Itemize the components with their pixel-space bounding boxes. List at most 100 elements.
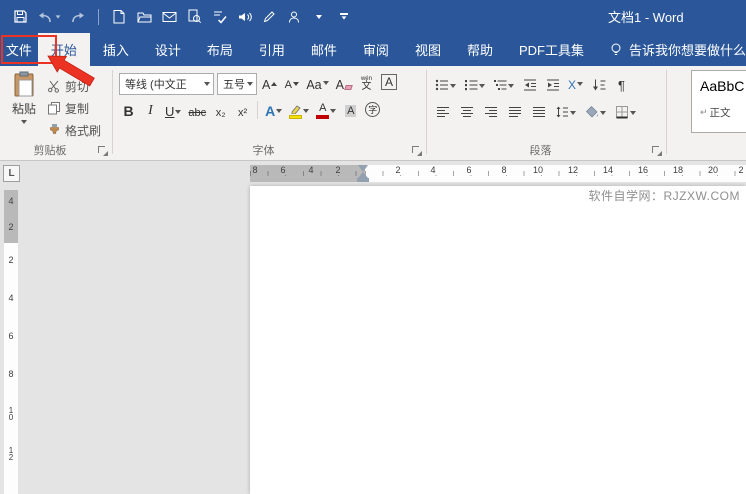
numbering-dropdown-icon[interactable] bbox=[479, 84, 485, 88]
align-left-button[interactable] bbox=[433, 100, 452, 122]
read-aloud-icon[interactable] bbox=[236, 7, 252, 27]
font-dialog-launcher-icon[interactable] bbox=[412, 146, 422, 156]
v-ruler: 2 4 6 8 10 12 bbox=[4, 243, 18, 494]
italic-button[interactable]: I bbox=[141, 100, 160, 122]
redo-icon[interactable] bbox=[70, 7, 86, 27]
clipboard-dialog-launcher-icon[interactable] bbox=[98, 146, 108, 156]
character-shading-button[interactable]: A bbox=[341, 100, 360, 122]
text-effects-letter: A bbox=[265, 103, 275, 119]
tab-pdf-tools[interactable]: PDF工具集 bbox=[506, 33, 597, 66]
font-name-dropdown-icon[interactable] bbox=[204, 82, 210, 86]
change-case-label: Aa bbox=[306, 79, 321, 92]
tab-layout[interactable]: 布局 bbox=[194, 33, 246, 66]
align-center-button[interactable] bbox=[457, 100, 476, 122]
text-effects-dropdown-icon[interactable] bbox=[276, 109, 282, 113]
tab-selector[interactable]: L bbox=[3, 165, 20, 182]
highlight-button[interactable] bbox=[287, 100, 311, 122]
tab-help[interactable]: 帮助 bbox=[454, 33, 506, 66]
tab-review[interactable]: 审阅 bbox=[350, 33, 402, 66]
bold-button[interactable]: B bbox=[119, 100, 138, 122]
show-marks-button[interactable]: ¶ bbox=[612, 73, 631, 95]
enclose-characters-button[interactable]: 字 bbox=[363, 100, 382, 122]
tab-references[interactable]: 引用 bbox=[246, 33, 298, 66]
first-line-indent-marker[interactable] bbox=[358, 165, 368, 172]
text-effects-button[interactable]: A bbox=[263, 100, 284, 122]
customize-quick-access-icon[interactable] bbox=[336, 7, 352, 27]
spelling-icon[interactable] bbox=[211, 7, 227, 27]
bullets-button[interactable] bbox=[433, 73, 458, 95]
font-size-select[interactable]: 五号 bbox=[217, 73, 257, 95]
copy-button[interactable]: 复制 bbox=[47, 98, 89, 118]
style-name: 正文 bbox=[710, 105, 731, 120]
enclose-characters-icon: 字 bbox=[365, 102, 380, 117]
phonetic-guide-button[interactable]: wén 文 bbox=[357, 73, 376, 95]
open-icon[interactable] bbox=[136, 7, 152, 27]
undo-dropdown-icon[interactable] bbox=[56, 15, 61, 18]
save-icon[interactable] bbox=[12, 7, 28, 27]
change-case-button[interactable]: Aa bbox=[304, 73, 330, 95]
bold-label: B bbox=[123, 103, 133, 119]
decrease-indent-button[interactable] bbox=[520, 73, 539, 95]
bullets-dropdown-icon[interactable] bbox=[450, 84, 456, 88]
underline-button[interactable]: U bbox=[163, 100, 183, 122]
font-name-select[interactable]: 等线 (中文正 bbox=[119, 73, 214, 95]
multilevel-list-button[interactable] bbox=[491, 73, 516, 95]
numbering-button[interactable] bbox=[462, 73, 487, 95]
paste-dropdown-icon[interactable] bbox=[21, 120, 27, 124]
asian-layout-dropdown-icon[interactable] bbox=[577, 82, 583, 86]
pen-icon[interactable] bbox=[261, 7, 277, 27]
align-right-button[interactable] bbox=[481, 100, 500, 122]
tab-design[interactable]: 设计 bbox=[142, 33, 194, 66]
left-indent-marker[interactable] bbox=[357, 178, 369, 182]
font-color-button[interactable]: A bbox=[314, 100, 338, 122]
print-preview-icon[interactable] bbox=[186, 7, 202, 27]
asian-layout-button[interactable]: X bbox=[566, 73, 585, 95]
grow-font-letter: A bbox=[262, 79, 270, 92]
ruler-number: 2 bbox=[394, 165, 401, 175]
format-painter-button[interactable]: 格式刷 bbox=[47, 120, 101, 140]
distribute-button[interactable] bbox=[529, 100, 548, 122]
highlight-dropdown-icon[interactable] bbox=[303, 109, 309, 113]
subscript-button[interactable]: x₂ bbox=[211, 100, 230, 122]
clear-formatting-letter: A bbox=[336, 79, 344, 92]
shading-button[interactable] bbox=[583, 100, 608, 122]
document-page[interactable]: 软件自学网：RJZXW.COM bbox=[250, 186, 746, 494]
shrink-font-button[interactable]: A bbox=[282, 73, 301, 95]
underline-dropdown-icon[interactable] bbox=[175, 110, 181, 114]
strikethrough-button[interactable]: abc bbox=[186, 100, 208, 122]
shading-dropdown-icon[interactable] bbox=[600, 111, 606, 115]
character-border-button[interactable]: A bbox=[379, 73, 399, 95]
styles-group: AaBbC ↵ 正文 bbox=[667, 66, 746, 160]
tab-view[interactable]: 视图 bbox=[402, 33, 454, 66]
paragraph-dialog-launcher-icon[interactable] bbox=[652, 146, 662, 156]
undo-icon[interactable] bbox=[37, 7, 61, 27]
email-icon[interactable] bbox=[161, 7, 177, 27]
justify-button[interactable] bbox=[505, 100, 524, 122]
ruler-number: 8 bbox=[4, 369, 18, 379]
sort-button[interactable] bbox=[589, 73, 608, 95]
tell-me-box[interactable]: 告诉我你想要做什么 bbox=[609, 33, 746, 66]
grow-font-button[interactable]: A bbox=[260, 73, 279, 95]
clear-formatting-button[interactable]: A bbox=[334, 73, 354, 95]
font-size-dropdown-icon[interactable] bbox=[247, 82, 253, 86]
style-item-normal[interactable]: AaBbC ↵ 正文 bbox=[691, 70, 746, 133]
borders-dropdown-icon[interactable] bbox=[630, 111, 636, 115]
paste-button[interactable]: 粘贴 bbox=[5, 71, 43, 151]
contact-icon[interactable] bbox=[286, 7, 302, 27]
qat-dropdown-icon[interactable] bbox=[311, 7, 327, 27]
superscript-button[interactable]: x² bbox=[233, 100, 252, 122]
copy-label: 复制 bbox=[65, 100, 89, 117]
line-spacing-dropdown-icon[interactable] bbox=[570, 111, 576, 115]
font-color-dropdown-icon[interactable] bbox=[330, 109, 336, 113]
cut-button[interactable]: 剪切 bbox=[47, 76, 89, 96]
tab-insert[interactable]: 插入 bbox=[90, 33, 142, 66]
h-ruler[interactable] bbox=[365, 165, 746, 182]
line-spacing-button[interactable] bbox=[553, 100, 578, 122]
multilevel-list-dropdown-icon[interactable] bbox=[508, 84, 514, 88]
new-document-icon[interactable] bbox=[111, 7, 127, 27]
change-case-dropdown-icon[interactable] bbox=[323, 81, 329, 85]
borders-button[interactable] bbox=[613, 100, 638, 122]
tab-mailings[interactable]: 邮件 bbox=[298, 33, 350, 66]
align-left-icon bbox=[436, 105, 450, 119]
increase-indent-button[interactable] bbox=[543, 73, 562, 95]
